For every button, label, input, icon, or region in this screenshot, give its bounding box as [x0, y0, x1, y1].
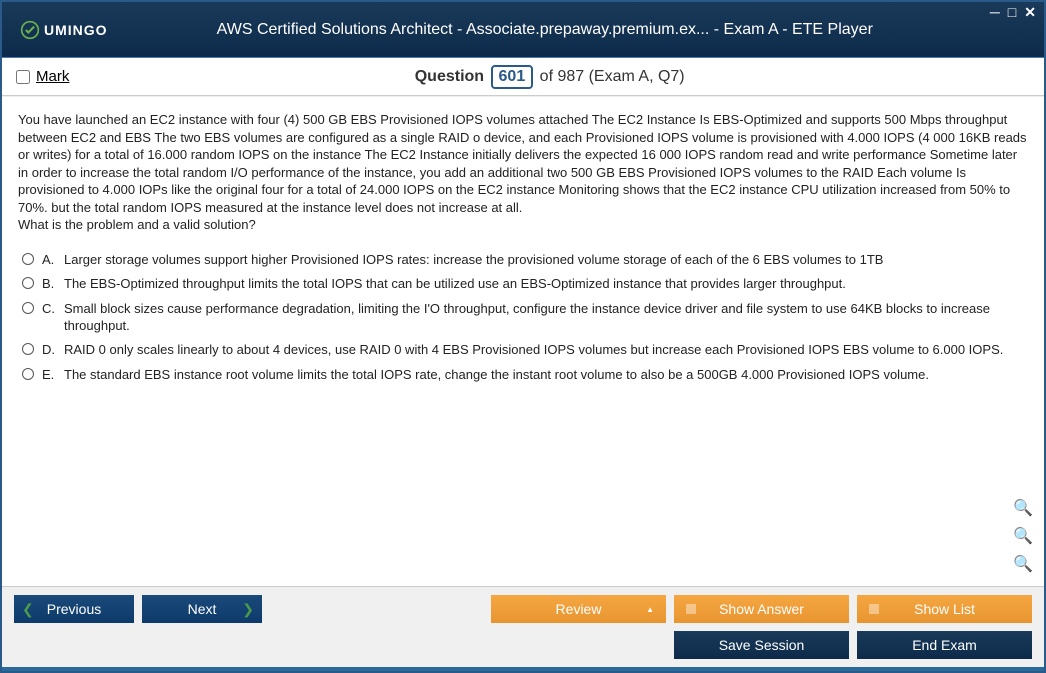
end-exam-button[interactable]: End Exam [857, 631, 1032, 659]
question-header: Question 601 of 987 (Exam A, Q7) [69, 65, 1030, 89]
question-word: Question [415, 68, 484, 85]
option-letter: B. [38, 272, 60, 297]
save-session-button[interactable]: Save Session [674, 631, 849, 659]
window-title: AWS Certified Solutions Architect - Asso… [126, 21, 1044, 39]
end-exam-label: End Exam [912, 637, 977, 653]
question-body: You have launched an EC2 instance with f… [18, 112, 1027, 215]
square-icon [869, 604, 879, 614]
next-label: Next [188, 601, 217, 617]
question-total: of 987 (Exam A, Q7) [540, 68, 685, 85]
option-text: Larger storage volumes support higher Pr… [60, 248, 1028, 273]
radio-icon[interactable] [22, 302, 34, 314]
option-a[interactable]: A. Larger storage volumes support higher… [18, 248, 1028, 273]
question-prompt: What is the problem and a valid solution… [18, 217, 256, 232]
option-b[interactable]: B. The EBS-Optimized throughput limits t… [18, 272, 1028, 297]
zoom-in-icon[interactable]: 🔍 [1012, 526, 1034, 548]
show-answer-label: Show Answer [719, 601, 804, 617]
content-area: You have launched an EC2 instance with f… [2, 96, 1044, 586]
option-text: Small block sizes cause performance degr… [60, 297, 1028, 338]
square-icon [686, 604, 696, 614]
previous-button[interactable]: ❮ Previous [14, 595, 134, 623]
chevron-left-icon: ❮ [22, 601, 34, 618]
brand-text: UMINGO [44, 22, 108, 38]
app-window: UMINGO AWS Certified Solutions Architect… [0, 0, 1046, 673]
mark-checkbox[interactable]: Mark [16, 68, 69, 85]
show-list-button[interactable]: Show List [857, 595, 1032, 623]
brand-logo: UMINGO [2, 20, 126, 40]
option-letter: C. [38, 297, 60, 338]
radio-icon[interactable] [22, 277, 34, 289]
close-button[interactable]: ✕ [1022, 4, 1038, 21]
mark-label-text: Mark [36, 68, 69, 85]
title-bar: UMINGO AWS Certified Solutions Architect… [2, 2, 1044, 58]
minimize-button[interactable]: ─ [988, 4, 1002, 21]
show-answer-button[interactable]: Show Answer [674, 595, 849, 623]
review-button[interactable]: Review ▲ [491, 595, 666, 623]
question-number: 601 [491, 65, 534, 89]
save-session-label: Save Session [719, 637, 805, 653]
window-controls: ─ □ ✕ [988, 4, 1038, 21]
option-letter: E. [38, 363, 60, 388]
maximize-button[interactable]: □ [1006, 4, 1018, 21]
triangle-up-icon: ▲ [646, 605, 654, 614]
option-d[interactable]: D. RAID 0 only scales linearly to about … [18, 338, 1028, 363]
option-letter: D. [38, 338, 60, 363]
next-button[interactable]: Next ❯ [142, 595, 262, 623]
mark-checkbox-input[interactable] [16, 70, 30, 84]
option-text: The standard EBS instance root volume li… [60, 363, 1028, 388]
option-text: The EBS-Optimized throughput limits the … [60, 272, 1028, 297]
radio-icon[interactable] [22, 343, 34, 355]
option-letter: A. [38, 248, 60, 273]
question-text: You have launched an EC2 instance with f… [18, 111, 1028, 234]
previous-label: Previous [47, 601, 101, 617]
review-label: Review [556, 601, 602, 617]
checkmark-icon [20, 20, 40, 40]
chevron-right-icon: ❯ [242, 601, 254, 618]
sub-header: Mark Question 601 of 987 (Exam A, Q7) [2, 58, 1044, 96]
zoom-controls: 🔍 🔍 🔍 [1012, 498, 1034, 576]
footer: ❮ Previous Next ❯ Review ▲ Show Answer S… [2, 586, 1044, 667]
zoom-out-icon[interactable]: 🔍 [1012, 554, 1034, 576]
option-c[interactable]: C. Small block sizes cause performance d… [18, 297, 1028, 338]
search-icon[interactable]: 🔍 [1012, 498, 1034, 520]
option-text: RAID 0 only scales linearly to about 4 d… [60, 338, 1028, 363]
options-list: A. Larger storage volumes support higher… [18, 248, 1028, 387]
option-e[interactable]: E. The standard EBS instance root volume… [18, 363, 1028, 388]
show-list-label: Show List [914, 601, 975, 617]
bottom-accent [2, 667, 1044, 671]
radio-icon[interactable] [22, 253, 34, 265]
radio-icon[interactable] [22, 368, 34, 380]
